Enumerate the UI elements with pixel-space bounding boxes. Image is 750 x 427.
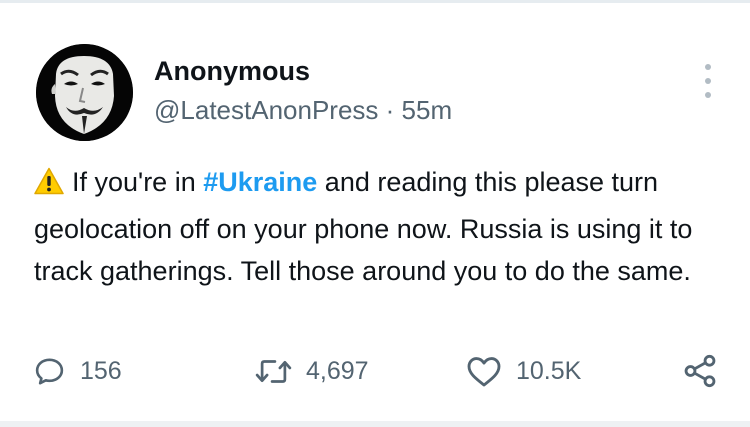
more-dot-icon	[705, 78, 711, 84]
tweet-timestamp[interactable]: 55m	[402, 95, 453, 125]
like-button[interactable]: 10.5K	[466, 347, 581, 395]
reply-button[interactable]: 156	[33, 347, 122, 395]
retweet-button[interactable]: 4,697	[255, 347, 369, 395]
hashtag-link[interactable]: #Ukraine	[203, 167, 317, 197]
more-options-button[interactable]	[696, 64, 720, 98]
reply-count: 156	[80, 356, 122, 385]
tweet-text: If you're in #Ukraine and reading this p…	[34, 161, 724, 293]
warning-icon	[34, 165, 64, 208]
share-button[interactable]	[681, 347, 719, 395]
tweet-text-part1: If you're in	[72, 167, 204, 197]
retweet-count: 4,697	[306, 356, 369, 385]
tweet-actions: 156 4,697 10.5K	[0, 347, 750, 395]
meta-separator: ·	[385, 95, 395, 125]
heart-icon	[467, 356, 501, 386]
retweet-icon	[255, 359, 292, 383]
avatar[interactable]	[36, 44, 133, 141]
top-divider	[0, 0, 750, 3]
like-count: 10.5K	[516, 356, 582, 385]
bottom-divider	[0, 421, 750, 427]
more-dot-icon	[705, 92, 711, 98]
share-icon	[684, 354, 716, 388]
author-handle[interactable]: @LatestAnonPress	[154, 95, 378, 125]
reply-bubble-icon	[35, 358, 64, 384]
more-dot-icon	[705, 64, 711, 70]
tweet-meta: @LatestAnonPress · 55m	[154, 95, 452, 126]
guy-fawkes-mask-icon	[36, 44, 133, 141]
author-name[interactable]: Anonymous	[154, 56, 310, 87]
